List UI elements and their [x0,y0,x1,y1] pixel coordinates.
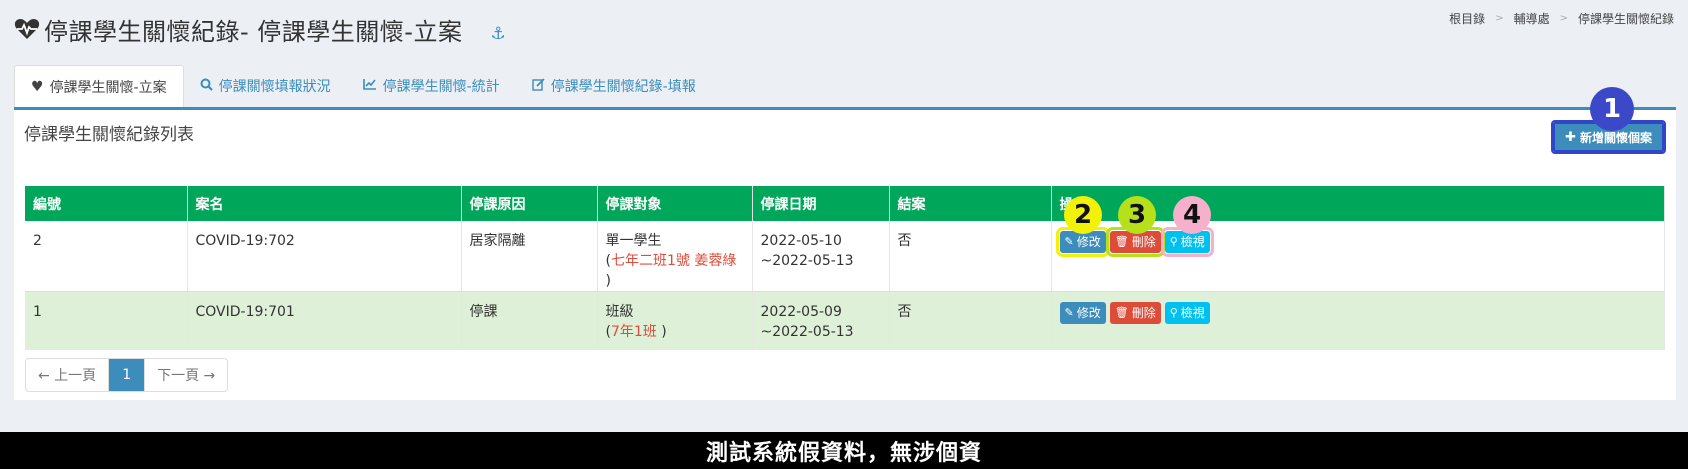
column-header-id[interactable]: 編號 [25,186,188,221]
annotation-marker-4: 4 [1173,196,1211,234]
page-1-button[interactable]: 1 [109,359,146,391]
breadcrumb-separator: > [1559,13,1568,24]
tab-label: 停課學生關懷紀錄-填報 [550,79,696,95]
case-table: 編號 案名 停課原因 停課對象 停課日期 結案 操作 2 COVID-19:70… [25,186,1665,350]
breadcrumb-root[interactable]: 根目錄 [1449,10,1485,27]
annotation-marker-1: 1 [1590,87,1634,131]
date-end: ~2022-05-13 [760,253,854,269]
cell-name: COVID-19:702 [187,221,462,292]
next-page-button[interactable]: 下一頁 → [145,359,227,391]
cell-target: 單一學生 (七年二班1號 姜蓉綠 ) [597,221,753,292]
view-label: 檢視 [1180,306,1205,320]
edit-button[interactable]: ✎ 修改 [1055,227,1110,257]
view-button[interactable]: ⚲ 檢視 [1164,302,1210,324]
date-start: 2022-05-09 [760,304,842,320]
tab-report-status[interactable]: 停課關懷填報狀況 [184,65,347,107]
pagination: ← 上一頁 1 下一頁 → [25,358,229,392]
breadcrumb: 根目錄 > 輔導處 > 停課學生關懷紀錄 [1449,10,1674,27]
heart-icon: ♥ [31,79,44,95]
heartbeat-icon [14,18,40,39]
search-icon: ⚲ [1169,306,1178,319]
cell-closed: 否 [889,221,1052,292]
add-case-label: 新增關懷個案 [1579,130,1652,145]
table-row: 1 COVID-19:701 停課 班級 (7年1班 ) 2022-05-09 … [25,291,1665,350]
cell-date: 2022-05-09 ~2022-05-13 [752,291,890,350]
tab-label: 停課關懷填報狀況 [218,79,331,95]
cell-date: 2022-05-10 ~2022-05-13 [752,221,890,292]
trash-icon: 🗑 [1114,235,1129,248]
tab-case-register[interactable]: ♥ 停課學生關懷-立案 [14,65,184,108]
page-header: 停課學生關懷紀錄- 停課學生關懷-立案 ⚓ [14,12,1688,46]
target-type: 單一學生 [605,233,662,249]
date-end: ~2022-05-13 [760,324,854,340]
cell-reason: 停課 [461,291,598,350]
plus-icon: ✚ [1565,129,1576,145]
delete-button[interactable]: 🗑 刪除 [1109,302,1161,324]
cell-reason: 居家隔離 [461,221,598,292]
cell-id: 1 [25,291,188,350]
cell-closed: 否 [889,291,1052,350]
search-icon: ⚲ [1169,235,1178,248]
line-chart-icon [362,78,377,94]
edit-icon [531,77,545,95]
delete-label: 刪除 [1131,306,1156,320]
tab-label: 停課學生關懷-立案 [49,80,167,96]
target-detail-wrap: (7年1班 ) [605,324,667,340]
table-header-row: 編號 案名 停課原因 停課對象 停課日期 結案 操作 [25,186,1665,221]
anchor-icon[interactable]: ⚓ [490,24,505,44]
test-data-banner: 測試系統假資料，無涉個資 [0,432,1688,469]
edit-button[interactable]: ✎ 修改 [1059,302,1106,324]
target-detail: 7年1班 [610,324,657,340]
panel-title: 停課學生關懷紀錄列表 [24,125,194,145]
tab-bar: ♥ 停課學生關懷-立案 停課關懷填報狀況 停課學生關懷-統計 停課學生關懷紀錄-… [14,65,712,108]
table-row: 2 COVID-19:702 居家隔離 單一學生 (七年二班1號 姜蓉綠 ) 2… [25,221,1665,292]
target-detail-wrap: (七年二班1號 姜蓉綠 ) [605,253,737,289]
column-header-date[interactable]: 停課日期 [752,186,890,221]
edit-label: 修改 [1076,306,1101,320]
delete-button[interactable]: 🗑 刪除 [1105,227,1165,257]
annotation-marker-3: 3 [1118,196,1156,234]
column-header-closed[interactable]: 結案 [889,186,1052,221]
page-title: 停課學生關懷紀錄- 停課學生關懷-立案 [44,17,463,46]
breadcrumb-counseling[interactable]: 輔導處 [1514,10,1550,27]
breadcrumb-current: 停課學生關懷紀錄 [1577,12,1674,26]
cell-target: 班級 (7年1班 ) [597,291,753,350]
prev-page-button[interactable]: ← 上一頁 [26,359,110,391]
breadcrumb-separator: > [1495,13,1504,24]
cell-actions: ✎ 修改 🗑 刪除 ⚲ 檢視 [1051,291,1665,350]
view-label: 檢視 [1180,235,1205,249]
annotation-marker-2: 2 [1064,196,1102,234]
cell-name: COVID-19:701 [187,291,462,350]
search-icon [200,78,213,95]
edit-icon: ✎ [1064,306,1074,319]
target-detail: 七年二班1號 姜蓉綠 [610,253,737,269]
trash-icon: 🗑 [1114,306,1129,319]
column-header-reason[interactable]: 停課原因 [461,186,598,221]
delete-label: 刪除 [1131,235,1156,249]
view-button[interactable]: ⚲ 檢視 [1160,227,1214,257]
tab-label: 停課學生關懷-統計 [382,79,500,95]
column-header-target[interactable]: 停課對象 [597,186,753,221]
tab-record-fill[interactable]: 停課學生關懷紀錄-填報 [516,65,712,107]
column-header-name[interactable]: 案名 [187,186,462,221]
date-start: 2022-05-10 [760,233,842,249]
cell-id: 2 [25,221,188,292]
edit-icon: ✎ [1064,235,1074,248]
target-type: 班級 [605,304,634,320]
tab-statistics[interactable]: 停課學生關懷-統計 [347,65,516,107]
edit-label: 修改 [1076,235,1101,249]
